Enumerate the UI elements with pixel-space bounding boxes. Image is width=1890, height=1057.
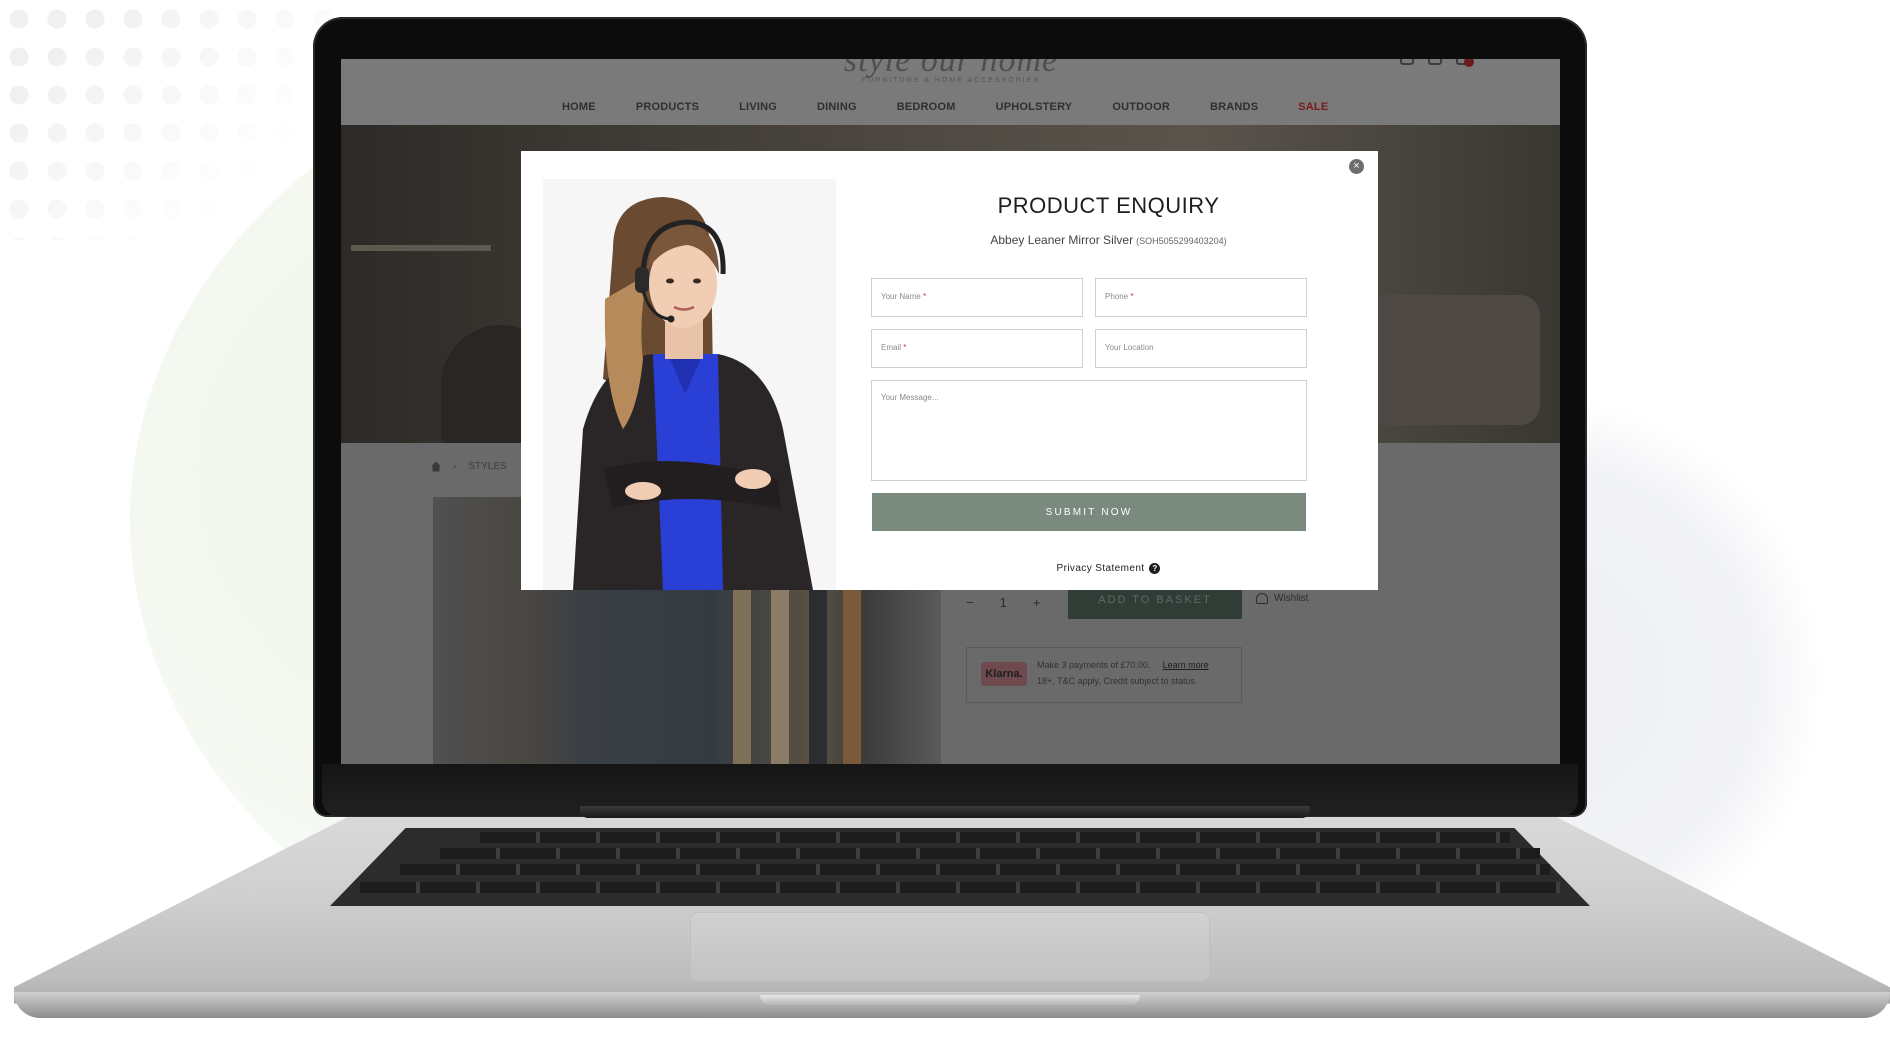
nav-sale[interactable]: SALE [1278,101,1348,113]
nav-living[interactable]: LIVING [719,101,797,113]
support-agent-photo [543,179,836,590]
nav-products[interactable]: PRODUCTS [616,101,719,113]
close-icon[interactable]: × [1349,159,1364,174]
phone-placeholder: Phone [1105,292,1129,301]
site-header: style our home FURNITURE & HOME ACCESSOR… [341,59,1560,125]
hero-shelf [351,245,491,251]
laptop-notch [760,995,1140,1005]
nav-dining[interactable]: DINING [797,101,877,113]
name-field[interactable]: Your Name * [871,278,1083,317]
marketing-mockup: style our home FURNITURE & HOME ACCESSOR… [0,0,1890,1057]
keyboard-row [360,882,1560,893]
wishlist-link[interactable]: Wishlist [1256,593,1308,604]
nav-home[interactable]: HOME [542,101,616,113]
laptop-hinge [580,806,1310,818]
breadcrumb: › STYLES [431,461,507,472]
nav-bedroom[interactable]: BEDROOM [877,101,976,113]
product-sku: (SOH5055299403204) [1136,236,1227,246]
name-placeholder: Your Name [881,292,921,301]
logo-wordmark: style our home [843,59,1059,79]
keyboard-row [400,864,1550,875]
background-dot-pattern [0,0,340,240]
breadcrumb-styles[interactable]: STYLES [468,461,506,472]
nav-upholstery[interactable]: UPHOLSTERY [976,101,1093,113]
location-field[interactable]: Your Location [1095,329,1307,368]
increase-qty-button[interactable]: + [1033,595,1041,610]
account-icon[interactable] [1400,59,1414,65]
privacy-statement-link[interactable]: Privacy Statement ? [871,563,1346,574]
nav-brands[interactable]: BRANDS [1190,101,1278,113]
product-enquiry-modal: × PRODUCT ENQUIRY Abbey Leaner Mirror Si… [521,151,1378,590]
quantity-value[interactable]: 1 [1000,595,1007,610]
modal-subtitle: Abbey Leaner Mirror Silver (SOH5055299403… [871,233,1346,247]
location-placeholder: Your Location [1105,343,1154,352]
wishlist-header-icon[interactable] [1428,59,1442,65]
home-icon[interactable] [431,461,441,472]
site-logo[interactable]: style our home FURNITURE & HOME ACCESSOR… [831,59,1071,87]
klarna-payments-text: Make 3 payments of £70.00. [1037,660,1151,670]
logo-tagline: FURNITURE & HOME ACCESSORIES [861,77,1041,84]
klarna-logo: Klarna. [981,662,1027,686]
required-mark: * [922,292,927,301]
klarna-panel: Klarna. Make 3 payments of £70.00. Learn … [966,647,1242,703]
agent-illustration [573,197,813,590]
basket-icon[interactable] [1456,59,1474,67]
heart-icon [1256,593,1268,604]
submit-button[interactable]: SUBMIT NOW [872,493,1306,531]
klarna-learn-more-link[interactable]: Learn more [1163,660,1209,670]
required-mark: * [1130,292,1134,301]
mirror-frame [809,587,827,764]
mirror-frame [771,587,789,764]
decrease-qty-button[interactable]: − [966,595,974,610]
keyboard-row [440,848,1540,859]
mirror-frame [733,587,751,764]
mirror-frame [843,587,861,764]
nav-items: HOME PRODUCTS LIVING DINING BEDROOM UPHO… [542,101,1348,113]
klarna-line1: Make 3 payments of £70.00. Learn more [1037,660,1209,670]
required-mark: * [903,343,907,352]
message-field[interactable]: Your Message... [871,380,1307,481]
header-icons [1400,59,1474,67]
laptop-screen: style our home FURNITURE & HOME ACCESSOR… [341,59,1560,764]
laptop-trackpad [690,912,1210,982]
phone-field[interactable]: Phone * [1095,278,1307,317]
basket-count-badge [1464,59,1474,67]
modal-title: PRODUCT ENQUIRY [997,193,1220,218]
klarna-terms: 18+, T&C apply, Credit subject to status… [1037,676,1198,686]
quantity-stepper: − 1 + [966,595,1040,610]
chevron-right-icon: › [453,461,457,472]
privacy-label: Privacy Statement [1056,563,1145,574]
question-icon[interactable]: ? [1149,563,1161,574]
email-field[interactable]: Email * [871,329,1083,368]
wishlist-label: Wishlist [1274,593,1309,604]
email-placeholder: Email [881,343,902,352]
product-name: Abbey Leaner Mirror Silver [990,233,1134,247]
nav-outdoor[interactable]: OUTDOOR [1092,101,1190,113]
message-placeholder: Your Message... [881,393,939,402]
keyboard-row [480,832,1510,843]
